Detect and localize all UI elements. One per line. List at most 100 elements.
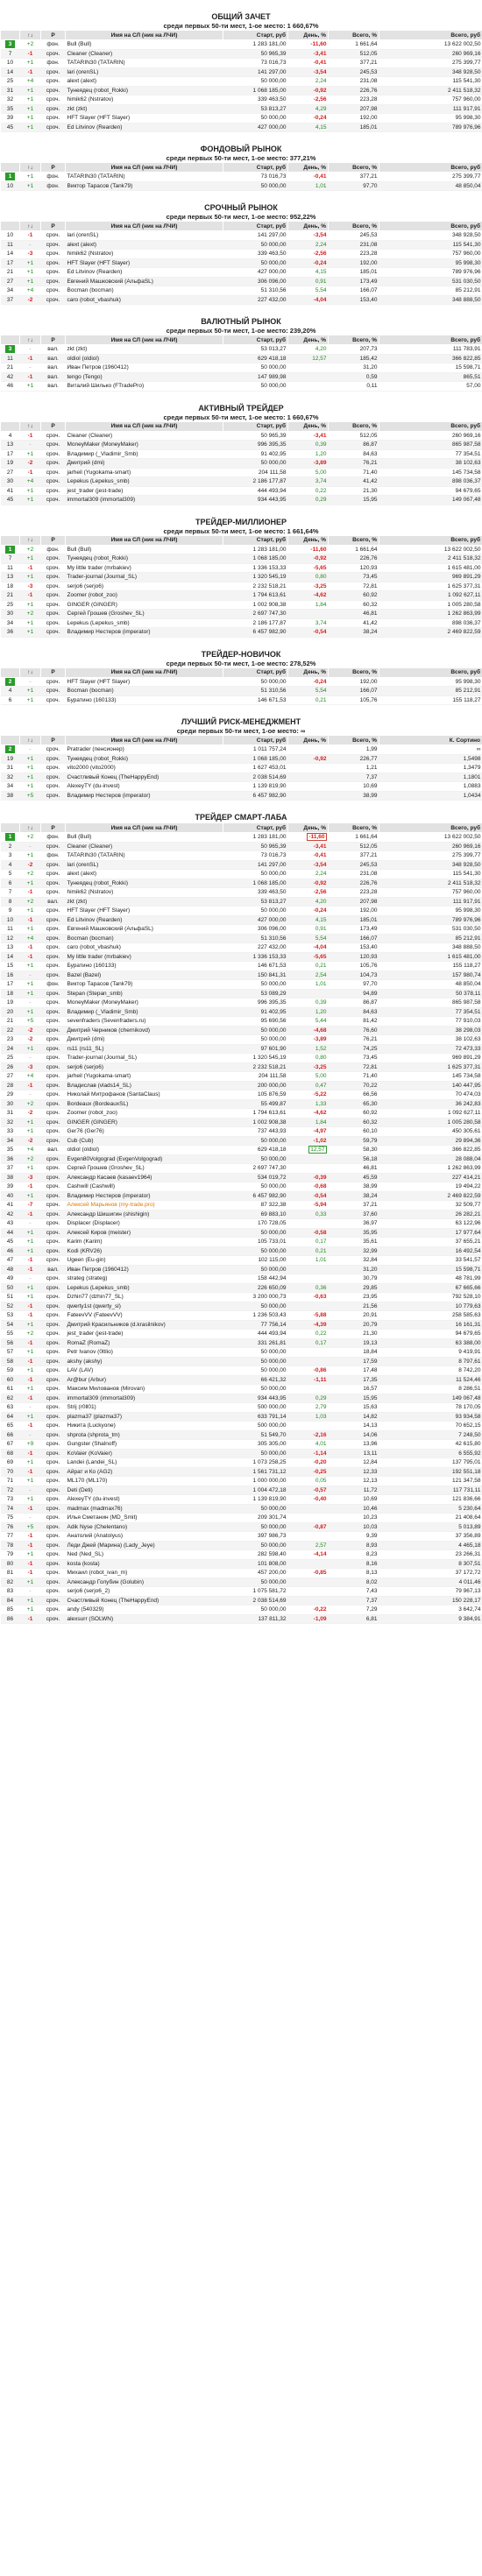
table-row[interactable]: 85 +1 сроч. andy (540329) 50 000,00 -0,22 7,29… [0,1605,482,1615]
table-row[interactable]: 86 -1 сроч. alexsurr (SOLWN) 137 811,32 -1,09… [0,1614,482,1624]
column-header[interactable]: Старт, руб [223,30,288,40]
trader-name[interactable]: Bocman (bocman) [65,286,223,296]
table-row[interactable]: 79 +1 сроч. Ned (Ned_SL) 282 598,40 -4,14 8,23… [0,1549,482,1560]
trader-name[interactable]: oldiol (oldiol) [65,354,223,363]
column-header[interactable] [0,335,20,345]
trader-name[interactable]: Анатолий (Anatolyus) [65,1531,223,1542]
column-header[interactable] [0,735,20,745]
column-header[interactable]: Всего, руб [379,30,482,40]
column-header[interactable]: День, % [287,667,329,678]
trader-name[interactable]: Karim (Karim) [65,1237,223,1247]
trader-name[interactable]: vito2000 (vito2000) [65,763,223,773]
table-row[interactable]: 14 -1 сроч. My little trader (mrbakiev) 1 33… [0,952,482,962]
trader-name[interactable]: Dzhin77 (dzhin77_SL) [65,1292,223,1302]
trader-name[interactable]: Lepekus (Lepekus_smb) [65,476,223,487]
trader-name[interactable]: TATARIN30 (TATARIN) [65,172,223,182]
trader-name[interactable]: HFT Slayer (HFT Slayer) [65,113,223,124]
table-row[interactable]: 10 +1 фон. TATARIN30 (TATARIN) 73 016,73 -0,4… [0,58,482,68]
column-header[interactable]: ↑↓ [19,822,41,833]
trader-name[interactable]: Тунеядец (robot_Rokki) [65,554,223,564]
table-row[interactable]: 38 -3 сроч. Александр Касаев (kasaev1964) 53… [0,1173,482,1182]
table-row[interactable]: 10 -1 сроч. lari (orenSL) 141 297,00 -3,54 245… [0,230,482,241]
table-row[interactable]: 50 +1 сроч. Lepekus (Lepekus_smb) 226 650,09… [0,1283,482,1293]
column-header[interactable]: Всего, % [328,667,379,678]
table-row[interactable]: 46 +1 вал. Виталий Шилько (FTradePro) 50 000… [0,381,482,392]
column-header[interactable]: Имя на СЛ (ник на ЛЧИ) [65,667,223,678]
column-header[interactable]: День, % [287,162,329,173]
table-row[interactable]: 1 +1 фон. TATARIN30 (TATARIN) 73 016,73 -0,41… [0,172,482,182]
table-row[interactable]: 17 +1 сроч. Владимир (_Vladimir_Smb) 91 402,… [0,449,482,459]
trader-name[interactable]: immortal309 (immortal309) [65,1394,223,1403]
trader-name[interactable]: HFT Slayer (HFT Slayer) [65,258,223,268]
table-row[interactable]: 57 +1 сроч. Petr Ivanov (0ltlio) 50 000,00 18… [0,1347,482,1358]
trader-name[interactable]: Никита (Luckyone) [65,1421,223,1431]
column-header[interactable]: P [40,534,66,546]
table-row[interactable]: 34 +1 сроч. AlexeyTY (du-invest) 1 139 819,9… [0,781,482,792]
column-header[interactable]: Старт, руб [223,420,288,432]
trader-name[interactable]: alext (alext) [65,869,223,879]
trader-name[interactable]: Evgen80Volgograd (EvgenVolgograd) [65,1154,223,1164]
trader-name[interactable]: Bocman (bocman) [65,934,223,943]
trader-name[interactable]: jest_trader (jest-trade) [65,1329,223,1339]
column-header[interactable]: ↑↓ [19,335,41,345]
table-row[interactable]: 16- сроч. Bazel (Bazel) 150 841,31 2,54 104,7… [0,970,482,980]
trader-name[interactable]: ML170 (ML170) [65,1476,223,1486]
column-header[interactable]: День, % [287,335,329,345]
trader-name[interactable]: Владимир (_Vladimir_Smb) [65,1007,223,1017]
table-row[interactable]: 18 +1 сроч. Stepan (Stepan_smb) 53 089,29 94,… [0,989,482,999]
trader-name[interactable]: Adik Nyse (Chelentano) [65,1522,223,1532]
column-header[interactable]: P [40,30,66,40]
table-row[interactable]: 65 -1 сроч. Никита (Luckyone) 500 000,00 14,1… [0,1421,482,1431]
trader-name[interactable]: sevenfraders (Sevenfraders.ru) [65,1016,223,1027]
column-header[interactable]: Старт, руб [223,822,288,833]
table-row[interactable]: 80 -1 сроч. kosta (kosta) 101 808,00 8,16 8 30… [0,1559,482,1569]
trader-name[interactable]: RomaZ (RomaZ) [65,1338,223,1348]
column-header[interactable]: Имя на СЛ (ник на ЛЧИ) [65,822,223,833]
table-row[interactable]: 1 +2 фон. Bull (Bull) 1 283 181,00 -11,60 1 66… [0,545,482,554]
table-row[interactable]: 69 +1 сроч. Landei (Landei_SL) 1 073 258,25-… [0,1457,482,1468]
trader-name[interactable]: Алексей Марьянов (my-trade.pro) [65,1200,223,1210]
trader-name[interactable]: jarheil (Yugokama-smart) [65,1071,223,1082]
table-row[interactable]: 3 +1 фон. TATARIN30 (TATARIN) 73 016,73 -0,41… [0,850,482,861]
table-row[interactable]: 1 +2 фон. Bull (Bull) 1 283 181,00 -11,60 1 66… [0,832,482,843]
table-row[interactable]: 43- сроч. Displacer (Displacer) 170 728,05 3… [0,1218,482,1229]
trader-name[interactable]: Владислав (vlads14_SL) [65,1081,223,1090]
table-row[interactable]: 39 +1 сроч. HFT Slayer (HFT Slayer) 50 000,0… [0,113,482,124]
trader-name[interactable]: serjo6 (serjo6) [65,1062,223,1072]
trader-name[interactable]: Леди Джей (Марина) (Lady_Jeye) [65,1541,223,1550]
table-row[interactable]: 21- вал. Иван Петров (1960412) 50 000,00 31,… [0,363,482,373]
column-header[interactable]: Имя на СЛ (ник на ЛЧИ) [65,30,223,40]
table-row[interactable]: 10 +1 фон. Виктор Тарасов (Tank79) 50 000,00… [0,181,482,191]
trader-name[interactable]: MoneyMaker (MoneyMaker) [65,998,223,1008]
trader-name[interactable]: lari (orenSL) [65,67,223,77]
table-row[interactable]: 36 +1 сроч. Владимир Нестеров (imperator) 6 … [0,627,482,638]
table-row[interactable]: 21 -1 сроч. Zoomer (robot_zoo) 1 794 613,61-… [0,590,482,601]
table-row[interactable]: 2- сроч. Pratrader (пенсионер) 1 011 757,24… [0,745,482,755]
table-row[interactable]: 18 -3 сроч. serjo6 (serjo6) 2 232 518,21 -3,2… [0,582,482,591]
trader-name[interactable]: serjo6 (serjo6) [65,582,223,591]
column-header[interactable]: День, % [287,534,329,546]
table-row[interactable]: 35 +4 вал. oldiol (oldiol) 629 418,18 12,57 58… [0,1145,482,1155]
table-row[interactable]: 53 -1 сроч. FatееvVV (FateevVV) 1 236 503,43… [0,1310,482,1321]
trader-name[interactable]: Kodi (KRV26) [65,1246,223,1256]
column-header[interactable]: Всего, % [328,534,379,546]
table-row[interactable]: 27 -1 сроч. jarheil (Yugokama-smart) 204 111… [0,468,482,477]
column-header[interactable]: Всего, руб [379,667,482,678]
trader-name[interactable]: Тунеядец (robot_Rokki) [65,879,223,888]
column-header[interactable]: Имя на СЛ (ник на ЛЧИ) [65,221,223,231]
table-row[interactable]: 5 +2 сроч. alext (alext) 50 000,00 2,24 231,08… [0,869,482,879]
trader-name[interactable]: Буратино (160133) [65,695,223,705]
table-row[interactable]: 66- сроч. shprota (shprota_tm) 51 549,70 -2,… [0,1430,482,1440]
trader-name[interactable]: jarheil (Yugokama-smart) [65,468,223,477]
table-row[interactable]: 52 -1 сроч. qwerty1st (qwerty_sl) 50 000,00 2… [0,1302,482,1311]
trader-name[interactable]: shprota (shprota_tm) [65,1430,223,1440]
trader-name[interactable]: Алексей Киров (meister) [65,1228,223,1238]
trader-name[interactable]: Bull (Bull) [65,545,223,554]
table-row[interactable]: 41 -7 сроч. Алексей Марьянов (my-trade.pro)… [0,1200,482,1210]
table-row[interactable]: 54 +1 сроч. Дмитрий Красильников (d.krasiln… [0,1320,482,1330]
trader-name[interactable]: Displacer (Displacer) [65,1218,223,1229]
table-row[interactable]: 45 +1 сроч. immortal309 (immortal309) 934 44… [0,495,482,505]
column-header[interactable]: Всего, % [328,335,379,345]
trader-name[interactable]: HFT Slayer (HFT Slayer) [65,677,223,687]
column-header[interactable] [0,221,20,231]
